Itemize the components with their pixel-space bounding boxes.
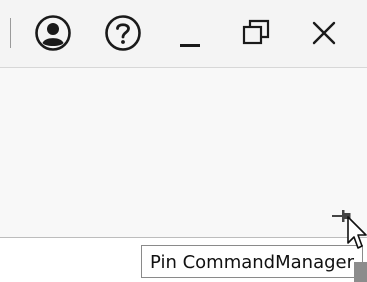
minimize-button[interactable] [165, 8, 217, 58]
user-account-icon [35, 15, 71, 51]
user-account-button[interactable] [27, 8, 79, 58]
minimize-icon [180, 44, 200, 47]
window-corner [354, 262, 367, 282]
restore-button[interactable] [231, 8, 283, 58]
toolbar-separator [10, 18, 11, 48]
close-icon [312, 21, 336, 45]
command-manager-panel [0, 68, 367, 238]
pin-command-manager-button[interactable] [322, 196, 362, 236]
close-button[interactable] [298, 8, 350, 58]
help-icon [105, 15, 141, 51]
pin-icon [332, 210, 351, 222]
help-button[interactable] [97, 8, 149, 58]
application-window: Pin CommandManager [0, 0, 367, 282]
tooltip: Pin CommandManager [141, 245, 364, 278]
title-bar [0, 0, 367, 68]
restore-icon [242, 19, 270, 45]
